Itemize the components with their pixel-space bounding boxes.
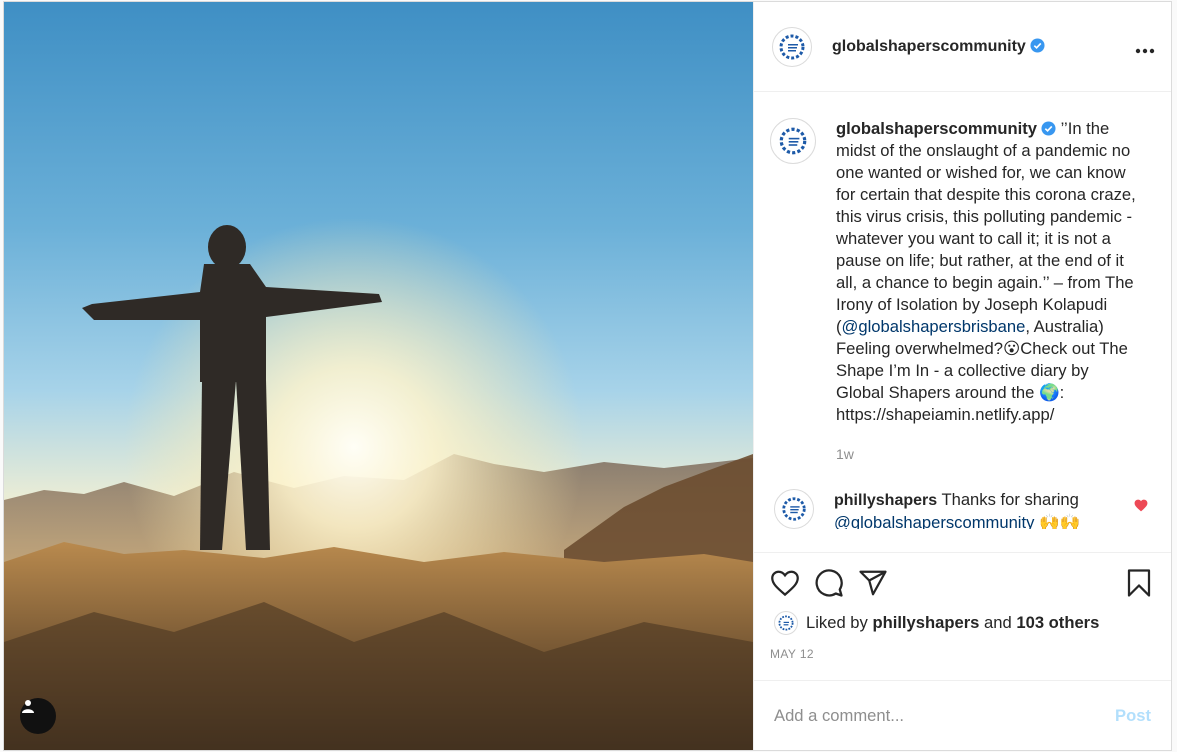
globe-emoji: 🌍 bbox=[1038, 383, 1060, 402]
likes-text: Liked by phillyshapers and 103 others bbox=[806, 613, 1099, 633]
caption-author-avatar[interactable] bbox=[770, 118, 816, 164]
global-shapers-logo-icon bbox=[779, 127, 807, 155]
post-sidebar: globalshaperscommunity globalshaperscomm… bbox=[753, 2, 1171, 750]
heart-icon bbox=[771, 570, 799, 597]
photo-scene bbox=[4, 217, 753, 750]
liker-username[interactable]: phillyshapers bbox=[872, 613, 979, 632]
share-button[interactable] bbox=[858, 569, 888, 597]
post-actions: Liked by phillyshapers and 103 others MA… bbox=[754, 552, 1171, 680]
more-options-icon bbox=[1135, 48, 1155, 53]
commenter-avatar[interactable] bbox=[774, 489, 814, 529]
comment-input[interactable] bbox=[774, 705, 1116, 726]
user-tags-button[interactable] bbox=[20, 698, 56, 734]
likes-prefix: Liked by bbox=[806, 613, 868, 632]
likes-middle: and bbox=[984, 613, 1012, 632]
likes-others-link[interactable]: 103 others bbox=[1016, 613, 1099, 632]
comment-item: phillyshapers Thanks for sharing @global… bbox=[770, 489, 1155, 529]
astonished-emoji: 😮 bbox=[1002, 339, 1021, 358]
global-shapers-logo-icon bbox=[779, 34, 805, 59]
caption-author-username[interactable]: globalshaperscommunity bbox=[836, 119, 1037, 138]
post-caption: globalshaperscommunity ’’In the midst of… bbox=[770, 118, 1155, 465]
filled-heart-icon bbox=[1134, 499, 1148, 512]
post-photo[interactable] bbox=[4, 2, 753, 750]
comment-mention-link[interactable]: @globalshaperscommunity bbox=[834, 513, 1034, 529]
liker-avatar[interactable] bbox=[774, 611, 798, 635]
more-options-button[interactable] bbox=[1135, 34, 1155, 60]
comment-like-button[interactable] bbox=[1134, 499, 1148, 517]
like-button[interactable] bbox=[770, 569, 800, 597]
verified-badge-icon bbox=[1041, 121, 1056, 136]
bookmark-icon bbox=[1127, 569, 1151, 597]
action-icon-row bbox=[770, 565, 1155, 601]
post-header: globalshaperscommunity bbox=[754, 2, 1171, 92]
caption-timestamp[interactable]: 1w bbox=[836, 443, 1136, 465]
comment-content: Thanks for sharing bbox=[941, 490, 1079, 509]
likes-summary: Liked by phillyshapers and 103 others bbox=[770, 611, 1155, 635]
post-container: globalshaperscommunity globalshaperscomm… bbox=[3, 1, 1172, 751]
paper-plane-icon bbox=[859, 570, 887, 596]
caption-text: globalshaperscommunity ’’In the midst of… bbox=[836, 118, 1136, 465]
author-avatar[interactable] bbox=[772, 26, 812, 67]
commenter-username[interactable]: phillyshapers bbox=[834, 492, 937, 509]
add-comment-bar: Post bbox=[754, 680, 1171, 750]
global-shapers-logo-icon bbox=[782, 497, 806, 521]
user-tag-icon bbox=[22, 700, 34, 713]
post-date[interactable]: MAY 12 bbox=[770, 647, 1155, 661]
comments-section: globalshaperscommunity ’’In the midst of… bbox=[754, 92, 1171, 552]
post-comment-button[interactable]: Post bbox=[1115, 706, 1151, 726]
author-username[interactable]: globalshaperscommunity bbox=[832, 38, 1026, 55]
caption-part-1: ’’In the midst of the onslaught of a pan… bbox=[836, 119, 1136, 336]
raised-hands-emoji: 🙌🙌 bbox=[1039, 513, 1081, 529]
caption-mention-link[interactable]: @globalshapersbrisbane bbox=[842, 317, 1026, 336]
comment-button[interactable] bbox=[814, 568, 844, 598]
save-button[interactable] bbox=[1125, 568, 1153, 598]
verified-badge-icon bbox=[1030, 37, 1045, 53]
comment-icon bbox=[815, 569, 843, 597]
comment-text: phillyshapers Thanks for sharing @global… bbox=[834, 489, 1104, 529]
global-shapers-logo-icon bbox=[778, 615, 794, 631]
